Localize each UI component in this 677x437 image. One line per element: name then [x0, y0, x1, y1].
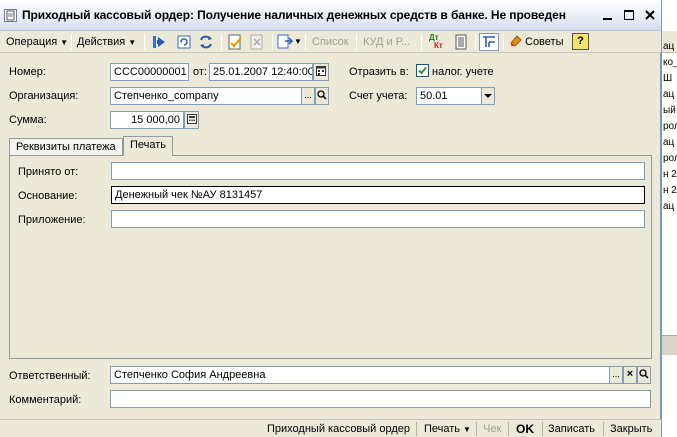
attachment-label: Приложение:: [18, 214, 86, 226]
tab-payment-details[interactable]: Реквизиты платежа: [9, 138, 123, 156]
account-label: Счет учета:: [349, 90, 408, 102]
basis-field[interactable]: Денежный чек №АУ 8131457: [111, 186, 645, 204]
background-row: ац: [663, 41, 675, 52]
dropdown-arrow-icon: ▼: [463, 425, 471, 434]
basis-label: Основание:: [18, 190, 78, 202]
dropdown-arrow-icon: ▼: [60, 38, 69, 47]
save-button[interactable]: Записать: [548, 422, 595, 437]
organization-select-button[interactable]: ...: [301, 87, 315, 105]
responsible-field[interactable]: Степченко София Андреевна: [110, 366, 610, 384]
actions-menu[interactable]: Действия ▼: [77, 33, 136, 51]
calculator-icon: [186, 114, 197, 124]
responsible-open-button[interactable]: [637, 366, 651, 384]
received-from-field[interactable]: [111, 162, 645, 180]
print-menu-button[interactable]: Печать ▼: [424, 422, 471, 437]
go-back-icon[interactable]: [151, 34, 167, 50]
date-from-label: от:: [193, 66, 207, 78]
organization-label: Организация:: [9, 90, 79, 102]
dt-kt-icon[interactable]: Дт Кт: [429, 34, 445, 50]
reflect-in-label: Отразить в:: [349, 66, 409, 78]
background-window: ац ко_ Ш ац ый д рол ац рол н 23 н 23 ац: [661, 0, 677, 437]
calendar-icon: [316, 66, 326, 76]
tax-accounting-checkbox[interactable]: [416, 64, 429, 77]
calculator-button[interactable]: [184, 111, 199, 129]
print-document-button[interactable]: Приходный кассовый ордер: [267, 422, 410, 437]
sum-field[interactable]: 15 000,00: [110, 111, 184, 129]
help-button[interactable]: ?: [572, 33, 589, 50]
organization-field[interactable]: Степченко_company: [110, 87, 302, 105]
organization-open-button[interactable]: [315, 87, 329, 105]
list-button[interactable]: Список: [312, 33, 349, 51]
print-form-icon[interactable]: [453, 34, 469, 50]
operation-menu[interactable]: Операция ▼: [6, 33, 68, 51]
comment-field[interactable]: [110, 390, 651, 408]
date-field[interactable]: 25.01.2007 12:40:00: [209, 63, 313, 81]
tips-button[interactable]: Советы: [509, 33, 563, 51]
responsible-label: Ответственный:: [9, 370, 91, 382]
magnifier-icon: [639, 369, 649, 379]
document-icon: [4, 9, 17, 22]
dropdown-arrow-icon: ▼: [128, 38, 137, 47]
unpost-document-icon[interactable]: [249, 34, 265, 50]
background-row: ко_: [663, 57, 677, 68]
cash-receipt-window: Приходный кассовый ордер: Получение нали…: [0, 0, 661, 437]
maximize-button[interactable]: [620, 7, 638, 24]
background-row: ый д: [663, 105, 677, 116]
reread-icon[interactable]: [176, 34, 192, 50]
window-title: Приходный кассовый ордер: Получение нали…: [22, 8, 566, 22]
minimize-button[interactable]: [599, 7, 617, 24]
close-button[interactable]: Закрыть: [610, 422, 652, 437]
sum-label: Сумма:: [9, 114, 47, 126]
attachment-field[interactable]: [111, 210, 645, 228]
number-field[interactable]: ССС00000001: [110, 63, 189, 81]
comment-label: Комментарий:: [9, 394, 82, 406]
tax-accounting-label: налог. учете: [432, 66, 494, 78]
magnifier-icon: [317, 90, 327, 100]
background-row: Ш: [663, 73, 673, 84]
dropdown-arrow-icon[interactable]: ▼: [294, 33, 302, 51]
checkmark-icon: [418, 66, 427, 75]
background-selected-row: [662, 335, 677, 355]
background-row: ац: [663, 89, 675, 100]
calendar-button[interactable]: [313, 63, 329, 81]
kud-report-button[interactable]: КУД и Р...: [363, 33, 410, 51]
responsible-select-button[interactable]: ...: [609, 366, 623, 384]
refresh-icon[interactable]: [198, 34, 214, 50]
close-window-button[interactable]: [641, 7, 659, 24]
account-dropdown-button[interactable]: [481, 87, 495, 105]
number-label: Номер:: [9, 66, 46, 78]
received-from-label: Принято от:: [18, 166, 79, 178]
background-row: ац: [663, 137, 675, 148]
title-bar[interactable]: Приходный кассовый ордер: Получение нали…: [0, 0, 661, 31]
ok-button[interactable]: OK: [516, 422, 534, 437]
background-row: рол: [663, 121, 677, 132]
responsible-clear-button[interactable]: ×: [623, 366, 637, 384]
toolbar: Операция ▼ Действия ▼ ▼ Список КУД и Р..…: [0, 31, 661, 53]
structure-icon[interactable]: [479, 33, 499, 51]
print-tab-panel: Принято от: Основание: Денежный чек №АУ …: [9, 155, 652, 359]
receipt-button[interactable]: Чек: [483, 422, 501, 437]
tab-print[interactable]: Печать: [123, 136, 174, 156]
command-bar: Приходный кассовый ордер Печать ▼ Чек OK …: [0, 419, 661, 437]
post-document-icon[interactable]: [227, 34, 243, 50]
create-based-on-icon[interactable]: [277, 34, 293, 50]
chevron-down-icon: [484, 94, 492, 98]
account-field[interactable]: 50.01: [416, 87, 482, 105]
background-row: н 23: [663, 185, 677, 196]
tips-icon: [510, 35, 522, 47]
background-row: ац: [663, 201, 675, 212]
background-row: рол: [663, 153, 677, 164]
background-row: н 23: [663, 169, 677, 180]
